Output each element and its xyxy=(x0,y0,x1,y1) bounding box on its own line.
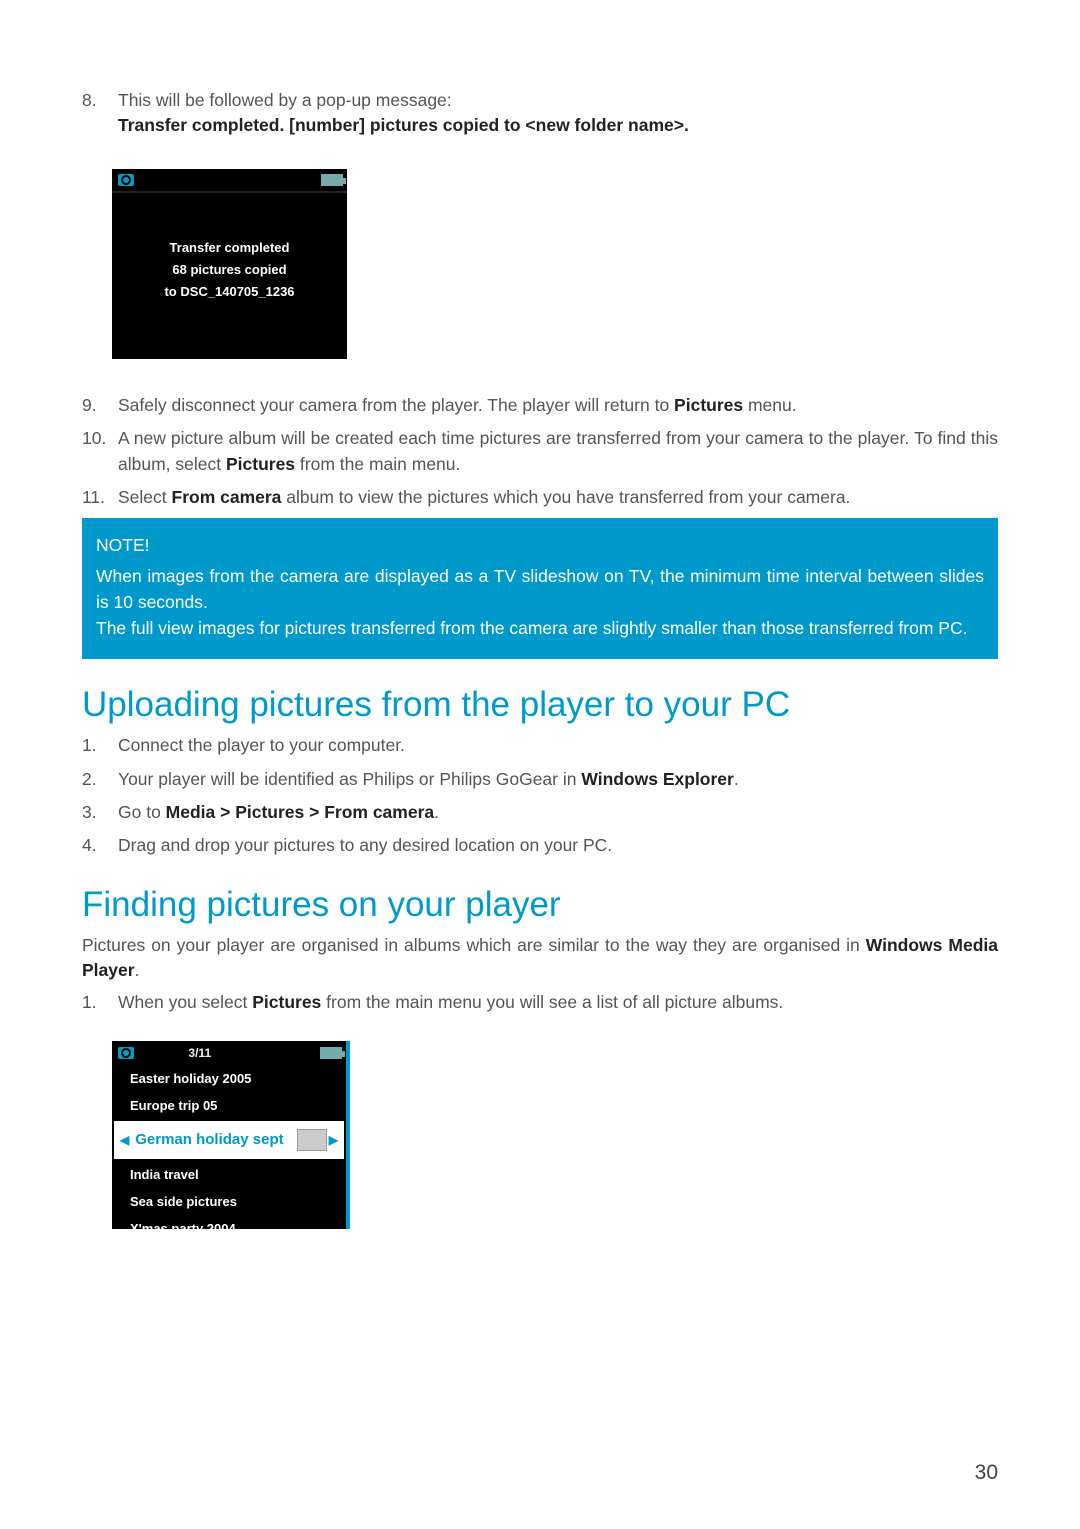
step-text: Select From camera album to view the pic… xyxy=(118,485,998,510)
step-number: 4. xyxy=(82,833,118,858)
note-paragraph: When images from the camera are displaye… xyxy=(96,563,984,616)
device-screenshot-albums: 3/11 Easter holiday 2005Europe trip 05 ◀ G… xyxy=(112,1041,350,1229)
arrow-left-icon: ◀ xyxy=(120,1133,129,1147)
step-number: 10. xyxy=(82,426,118,477)
step-text: Safely disconnect your camera from the p… xyxy=(118,393,998,418)
album-item: Easter holiday 2005 xyxy=(112,1065,346,1092)
battery-icon xyxy=(321,174,343,186)
step-number: 1. xyxy=(82,990,118,1015)
battery-icon xyxy=(320,1047,342,1059)
album-item: Sea side pictures xyxy=(112,1188,346,1215)
step-number: 1. xyxy=(82,733,118,758)
step-number: 2. xyxy=(82,767,118,792)
album-list: Easter holiday 2005Europe trip 05 ◀ German… xyxy=(112,1065,346,1242)
album-item: India travel xyxy=(112,1161,346,1188)
step-text: A new picture album will be created each… xyxy=(118,426,998,477)
step-text: Go to Media > Pictures > From camera. xyxy=(118,800,998,825)
section-heading-finding: Finding pictures on your player xyxy=(82,885,998,925)
device-status-bar xyxy=(112,169,347,193)
step-text: Drag and drop your pictures to any desir… xyxy=(118,833,998,858)
album-item: Europe trip 05 xyxy=(112,1092,346,1119)
section-heading-uploading: Uploading pictures from the player to yo… xyxy=(82,685,998,725)
note-paragraph: The full view images for pictures transf… xyxy=(96,615,984,641)
album-counter: 3/11 xyxy=(188,1046,211,1060)
step-number: 11. xyxy=(82,485,118,510)
camera-icon xyxy=(118,1047,134,1059)
device-status-bar: 3/11 xyxy=(112,1041,346,1065)
step-number: 8. xyxy=(82,88,118,139)
camera-icon xyxy=(118,174,134,186)
album-item: X'mas party 2004 xyxy=(112,1215,346,1242)
step-number: 3. xyxy=(82,800,118,825)
msg-line-1: Transfer completed xyxy=(112,237,347,259)
step-line: This will be followed by a pop-up messag… xyxy=(118,90,452,110)
step-text: Connect the player to your computer. xyxy=(118,733,998,758)
note-title: NOTE! xyxy=(96,532,984,558)
album-label: German holiday sept xyxy=(135,1131,283,1148)
step-text: Your player will be identified as Philip… xyxy=(118,767,998,792)
page-number: 30 xyxy=(975,1461,998,1485)
step-number: 9. xyxy=(82,393,118,418)
step-text: When you select Pictures from the main m… xyxy=(118,990,998,1015)
device-message: Transfer completed 68 pictures copied to… xyxy=(112,237,347,303)
album-thumbnail xyxy=(297,1129,327,1151)
arrow-right-icon: ▶ xyxy=(329,1133,338,1147)
album-item: ◀ German holiday sept ▶ xyxy=(114,1121,344,1159)
step-sub-bold: Transfer completed. [number] pictures co… xyxy=(118,115,689,135)
note-box: NOTE! When images from the camera are di… xyxy=(82,518,998,659)
device-screenshot-transfer: Transfer completed 68 pictures copied to… xyxy=(112,169,347,359)
finding-intro: Pictures on your player are organised in… xyxy=(82,933,998,984)
msg-line-3: to DSC_140705_1236 xyxy=(112,281,347,303)
msg-line-2: 68 pictures copied xyxy=(112,259,347,281)
step-text: This will be followed by a pop-up messag… xyxy=(118,88,998,139)
